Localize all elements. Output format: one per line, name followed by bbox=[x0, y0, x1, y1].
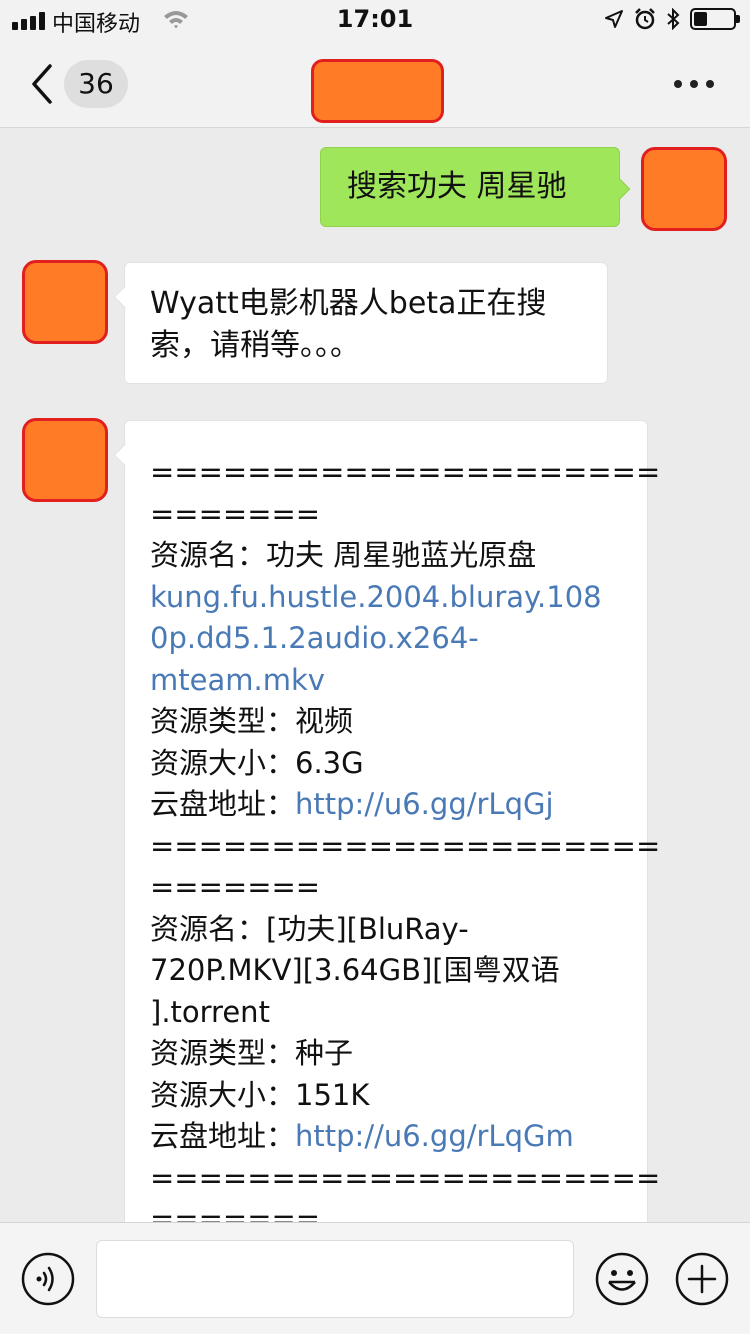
resource-name-cont: 720P.MKV][3.64GB][国粤双语 bbox=[150, 953, 560, 987]
resource-type: 资源类型：种子 bbox=[150, 1036, 354, 1070]
message-text-line: 索，请稍等。。。 bbox=[150, 328, 360, 363]
separator-line: ======= bbox=[150, 870, 321, 904]
cloud-address-label: 云盘地址： bbox=[150, 787, 296, 821]
resource-filename-link[interactable]: kung.fu.hustle.2004.bluray.108 bbox=[150, 577, 630, 619]
separator-line: ===================== bbox=[150, 1160, 661, 1195]
message-input[interactable] bbox=[96, 1240, 574, 1318]
bot-avatar[interactable] bbox=[22, 260, 108, 344]
resource-size: 资源大小：6.3G bbox=[150, 745, 364, 780]
resource-filename-link[interactable]: 0p.dd5.1.2audio.x264- bbox=[150, 618, 630, 660]
cloud-address-link[interactable]: http://u6.gg/rLqGj bbox=[295, 787, 554, 821]
ellipsis-icon[interactable] bbox=[674, 80, 714, 88]
resource-name: 资源名：功夫 周星驰蓝光原盘 bbox=[150, 538, 537, 572]
resource-size: 资源大小：151K bbox=[150, 1077, 370, 1112]
separator-line: ======= bbox=[150, 496, 321, 531]
incoming-message-bubble[interactable]: Wyatt电影机器人beta正在搜 索，请稍等。。。 bbox=[113, 262, 608, 384]
resource-filename-link[interactable]: mteam.mkv bbox=[150, 660, 630, 702]
chat-header: 36 bbox=[0, 40, 750, 128]
status-bar: 中国移动 17:01 bbox=[0, 0, 750, 40]
message-text-line: Wyatt电影机器人beta正在搜 bbox=[150, 286, 547, 321]
my-avatar[interactable] bbox=[641, 147, 727, 231]
bluetooth-icon bbox=[667, 8, 680, 30]
alarm-icon bbox=[635, 8, 655, 30]
search-results-text: ===================== ======= 资源名：功夫 周星驰… bbox=[150, 452, 661, 1241]
resource-name: 资源名：[功夫][BluRay- bbox=[150, 911, 469, 946]
resource-type: 资源类型：视频 bbox=[150, 704, 354, 738]
battery-icon bbox=[690, 8, 740, 30]
separator-line: ===================== bbox=[150, 828, 661, 863]
cloud-address-row: 云盘地址：http://u6.gg/rLqGj bbox=[150, 784, 630, 826]
unread-count-badge[interactable]: 36 bbox=[64, 60, 128, 108]
outgoing-message-bubble[interactable]: 搜索功夫 周星驰 bbox=[320, 147, 631, 227]
cloud-address-row: 云盘地址：http://u6.gg/rLqGm bbox=[150, 1116, 630, 1158]
separator-line: ===================== bbox=[150, 455, 661, 489]
resource-name-cont: ].torrent bbox=[150, 994, 270, 1029]
bot-avatar[interactable] bbox=[22, 418, 108, 502]
chat-input-bar bbox=[0, 1222, 750, 1334]
chevron-left-icon[interactable] bbox=[28, 62, 58, 106]
location-arrow-icon bbox=[605, 10, 623, 28]
cloud-address-link[interactable]: http://u6.gg/rLqGm bbox=[295, 1119, 574, 1153]
plus-icon[interactable] bbox=[674, 1251, 730, 1307]
voice-icon[interactable] bbox=[20, 1251, 76, 1307]
message-text: 搜索功夫 周星驰 bbox=[347, 169, 567, 204]
chat-title-redacted bbox=[311, 59, 444, 123]
smiley-icon[interactable] bbox=[594, 1251, 650, 1307]
cloud-address-label: 云盘地址： bbox=[150, 1119, 296, 1153]
